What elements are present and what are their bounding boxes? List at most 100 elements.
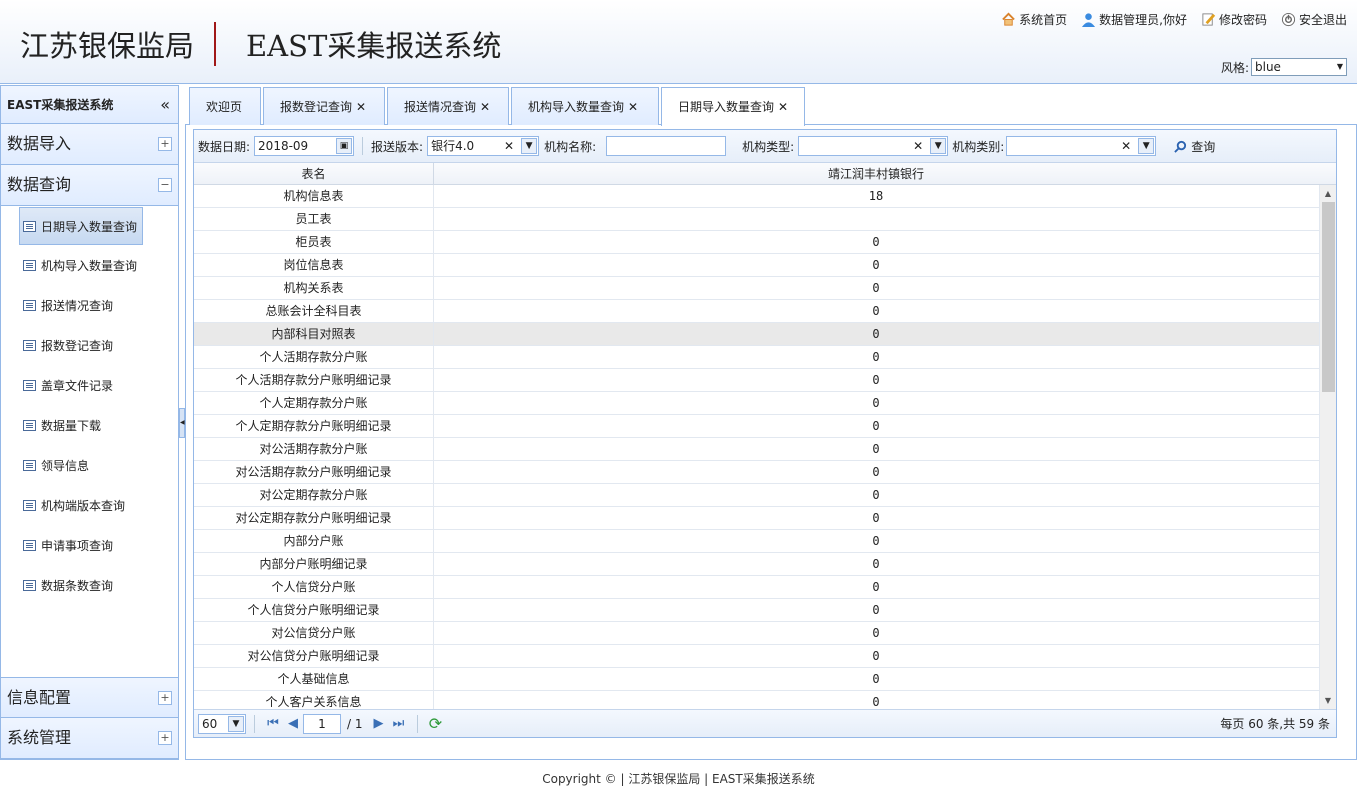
cell-table-name: 对公信贷分户账 bbox=[194, 622, 434, 644]
vertical-scrollbar[interactable]: ▲ ▼ bbox=[1319, 185, 1336, 709]
clear-icon[interactable]: ✕ bbox=[1121, 137, 1131, 155]
sidebar-item[interactable]: 机构导入数量查询 bbox=[1, 245, 178, 285]
table-row[interactable]: 个人定期存款分户账明细记录 0 bbox=[194, 415, 1336, 438]
expand-icon[interactable]: + bbox=[158, 731, 172, 745]
chevron-down-icon[interactable]: ▼ bbox=[1138, 138, 1155, 154]
home-link[interactable]: 系统首页 bbox=[1001, 11, 1067, 28]
clear-icon[interactable]: ✕ bbox=[913, 137, 923, 155]
theme-select[interactable]: blue bbox=[1251, 58, 1347, 76]
cell-table-name: 总账会计全科目表 bbox=[194, 300, 434, 322]
first-page-icon[interactable]: ⏮ bbox=[263, 714, 283, 734]
cell-table-name: 对公定期存款分户账明细记录 bbox=[194, 507, 434, 529]
calendar-icon[interactable]: ▣ bbox=[336, 138, 353, 154]
table-row[interactable]: 个人活期存款分户账 0 bbox=[194, 346, 1336, 369]
table-row[interactable]: 机构信息表 18 bbox=[194, 185, 1336, 208]
tab[interactable]: 报数登记查询 ✕ bbox=[263, 87, 385, 125]
close-icon[interactable]: ✕ bbox=[778, 100, 788, 114]
data-grid: 数据日期: 2018-09 ▣ 报送版本: 银行4.0 ✕ ▼ 机构名称: 机构… bbox=[193, 129, 1337, 738]
cell-table-name: 个人基础信息 bbox=[194, 668, 434, 690]
sidebar-item[interactable]: 盖章文件记录 bbox=[1, 365, 178, 405]
table-row[interactable]: 员工表 bbox=[194, 208, 1336, 231]
prev-page-icon[interactable]: ◀ bbox=[283, 714, 303, 734]
table-row[interactable]: 个人活期存款分户账明细记录 0 bbox=[194, 369, 1336, 392]
org-name-input[interactable] bbox=[606, 136, 727, 156]
collapse-icon[interactable]: − bbox=[158, 178, 172, 192]
table-row[interactable]: 机构关系表 0 bbox=[194, 277, 1336, 300]
section-system-admin[interactable]: 系统管理 + bbox=[1, 718, 178, 759]
table-row[interactable]: 个人客户关系信息 0 bbox=[194, 691, 1336, 709]
page-size-select[interactable]: 60 ▼ bbox=[198, 713, 246, 734]
column-header-name[interactable]: 表名 bbox=[194, 163, 434, 184]
chevron-down-icon[interactable]: ▼ bbox=[521, 138, 538, 154]
sidebar-item[interactable]: 数据条数查询 bbox=[1, 565, 178, 605]
table-row[interactable]: 对公信贷分户账 0 bbox=[194, 622, 1336, 645]
list-icon bbox=[23, 379, 36, 391]
cell-count: 0 bbox=[872, 672, 880, 686]
table-row[interactable]: 个人信贷分户账 0 bbox=[194, 576, 1336, 599]
table-row[interactable]: 个人定期存款分户账 0 bbox=[194, 392, 1336, 415]
sidebar-item[interactable]: 领导信息 bbox=[1, 445, 178, 485]
tab-label: 报送情况查询 bbox=[404, 100, 477, 114]
date-value: 2018-09 bbox=[258, 139, 309, 153]
chevron-down-icon[interactable]: ▼ bbox=[228, 715, 244, 732]
clear-icon[interactable]: ✕ bbox=[504, 137, 514, 155]
table-row[interactable]: 对公活期存款分户账明细记录 0 bbox=[194, 461, 1336, 484]
collapse-sidebar-button[interactable]: « bbox=[160, 86, 170, 124]
change-password-link[interactable]: 修改密码 bbox=[1201, 11, 1267, 28]
sidebar-item[interactable]: 报送情况查询 bbox=[1, 285, 178, 325]
table-row[interactable]: 内部科目对照表 0 bbox=[194, 323, 1336, 346]
table-row[interactable]: 个人信贷分户账明细记录 0 bbox=[194, 599, 1336, 622]
section-info-config[interactable]: 信息配置 + bbox=[1, 677, 178, 718]
sidebar-title-text: EAST采集报送系统 bbox=[7, 98, 114, 112]
refresh-icon[interactable]: ⟳ bbox=[426, 714, 446, 734]
sidebar-item-label: 申请事项查询 bbox=[41, 538, 114, 553]
table-row[interactable]: 内部分户账 0 bbox=[194, 530, 1336, 553]
cell-count: 0 bbox=[872, 327, 880, 341]
search-button[interactable]: 查询 bbox=[1174, 138, 1215, 155]
cell-count: 18 bbox=[868, 189, 884, 203]
close-icon[interactable]: ✕ bbox=[628, 100, 638, 114]
table-row[interactable]: 对公定期存款分户账明细记录 0 bbox=[194, 507, 1336, 530]
user-link[interactable]: 数据管理员,你好 bbox=[1081, 11, 1187, 28]
org-type-select[interactable]: ✕ ▼ bbox=[798, 136, 949, 156]
expand-icon[interactable]: + bbox=[158, 691, 172, 705]
sidebar-item[interactable]: 机构端版本查询 bbox=[1, 485, 178, 525]
org-category-select[interactable]: ✕ ▼ bbox=[1006, 136, 1157, 156]
tab[interactable]: 报送情况查询 ✕ bbox=[387, 87, 509, 125]
scroll-thumb[interactable] bbox=[1322, 202, 1335, 392]
cell-table-name: 对公信贷分户账明细记录 bbox=[194, 645, 434, 667]
cell-table-name: 个人客户关系信息 bbox=[194, 691, 434, 709]
tab[interactable]: 机构导入数量查询 ✕ bbox=[511, 87, 659, 125]
sidebar-item[interactable]: 申请事项查询 bbox=[1, 525, 178, 565]
table-row[interactable]: 对公活期存款分户账 0 bbox=[194, 438, 1336, 461]
table-row[interactable]: 个人基础信息 0 bbox=[194, 668, 1336, 691]
date-field[interactable]: 2018-09 ▣ bbox=[254, 136, 355, 156]
table-row[interactable]: 对公信贷分户账明细记录 0 bbox=[194, 645, 1336, 668]
next-page-icon[interactable]: ▶ bbox=[369, 714, 389, 734]
sidebar-item[interactable]: 报数登记查询 bbox=[1, 325, 178, 365]
scroll-down-icon[interactable]: ▼ bbox=[1320, 692, 1336, 709]
logout-link[interactable]: 安全退出 bbox=[1281, 11, 1347, 28]
tab[interactable]: 日期导入数量查询 ✕ bbox=[661, 87, 805, 126]
sidebar-item[interactable]: 数据量下载 bbox=[1, 405, 178, 445]
close-icon[interactable]: ✕ bbox=[356, 100, 366, 114]
tab[interactable]: 欢迎页 bbox=[189, 87, 261, 125]
expand-icon[interactable]: + bbox=[158, 137, 172, 151]
column-header-bank[interactable]: 靖江润丰村镇银行 bbox=[434, 163, 1318, 184]
page-number-input[interactable]: 1 bbox=[303, 713, 341, 734]
section-data-query[interactable]: 数据查询 − bbox=[1, 165, 178, 206]
last-page-icon[interactable]: ⏭ bbox=[389, 714, 409, 734]
table-row[interactable]: 柜员表 0 bbox=[194, 231, 1336, 254]
sidebar-item[interactable]: 日期导入数量查询 bbox=[19, 207, 143, 245]
query-toolbar: 数据日期: 2018-09 ▣ 报送版本: 银行4.0 ✕ ▼ 机构名称: 机构… bbox=[194, 130, 1336, 163]
section-data-import[interactable]: 数据导入 + bbox=[1, 124, 178, 165]
scroll-up-icon[interactable]: ▲ bbox=[1320, 185, 1336, 202]
query-menu: 日期导入数量查询 机构导入数量查询 报送情况查询 报数登记查询 盖章文件记录 数据量下载领… bbox=[1, 207, 178, 677]
table-row[interactable]: 内部分户账明细记录 0 bbox=[194, 553, 1336, 576]
table-row[interactable]: 岗位信息表 0 bbox=[194, 254, 1336, 277]
close-icon[interactable]: ✕ bbox=[480, 100, 490, 114]
chevron-down-icon[interactable]: ▼ bbox=[930, 138, 947, 154]
table-row[interactable]: 总账会计全科目表 0 bbox=[194, 300, 1336, 323]
version-select[interactable]: 银行4.0 ✕ ▼ bbox=[427, 136, 540, 156]
table-row[interactable]: 对公定期存款分户账 0 bbox=[194, 484, 1336, 507]
